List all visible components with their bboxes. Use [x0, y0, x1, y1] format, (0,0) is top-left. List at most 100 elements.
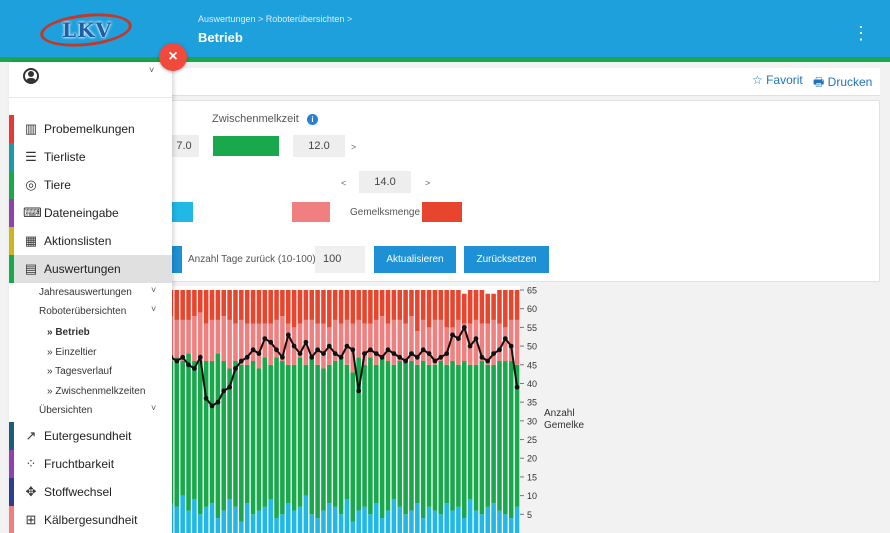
bar-segment — [239, 364, 244, 522]
red-color-swatch[interactable] — [422, 202, 462, 222]
submenu-zwischenmelkzeiten[interactable]: » Zwischenmelkzeiten — [47, 386, 145, 397]
bar-chart-icon: ▥ — [24, 121, 38, 136]
bar-segment — [321, 323, 326, 369]
submenu-betrieb[interactable]: » Betrieb — [47, 327, 90, 338]
bar-segment — [250, 323, 256, 362]
submenu-einzeltier[interactable]: » Einzeltier — [47, 347, 96, 358]
y-axis: 5 10 15 20 25 30 35 40 45 50 55 60 65 — [520, 286, 537, 520]
range-value-right[interactable]: 12.0 — [293, 135, 345, 157]
bar-segment — [415, 364, 420, 504]
submenu-jahresauswertungen[interactable]: Jahresauswertungen — [39, 287, 132, 298]
y-tick-label: 30 — [527, 416, 537, 426]
bar-segment — [397, 506, 403, 533]
bar-segment — [467, 499, 473, 533]
tage-input[interactable]: 100 — [315, 246, 365, 273]
green-color-swatch[interactable] — [213, 136, 279, 156]
bar-segment — [256, 368, 262, 511]
aktualisieren-button[interactable]: Aktualisieren — [374, 246, 456, 273]
chevron-down-icon[interactable]: ˅ — [151, 285, 156, 295]
zuruecksetzen-button[interactable]: Zurücksetzen — [464, 246, 549, 273]
line-point — [332, 351, 338, 356]
bar-segment — [479, 361, 485, 515]
sidebar-item-kaelbergesundheit[interactable]: ⊞ Kälbergesundheit — [9, 506, 172, 533]
bar-segment — [391, 290, 397, 320]
close-sidebar-button[interactable]: × — [159, 43, 187, 71]
cyan-color-swatch[interactable] — [169, 202, 193, 222]
page-title: Betrieb — [198, 30, 243, 45]
bar-segment — [227, 290, 232, 320]
bar-segment — [274, 290, 279, 320]
bar-segment — [327, 503, 332, 533]
bar-segment — [356, 319, 361, 358]
bar-segment — [420, 518, 426, 533]
info-icon[interactable]: i — [307, 114, 318, 125]
arrow-right-icon[interactable]: > — [425, 178, 430, 188]
bar-segment — [508, 361, 514, 519]
bar-segment — [479, 290, 485, 324]
sidebar-item-probemelkungen[interactable]: ▥ Probemelkungen — [9, 115, 172, 143]
bar-segment — [215, 290, 221, 320]
sidebar-item-aktionslisten[interactable]: ▦ Aktionslisten — [9, 227, 172, 255]
bar-segment — [239, 290, 244, 320]
line-point — [250, 347, 256, 353]
bar-segment — [473, 510, 479, 533]
bar-segment — [403, 361, 408, 515]
chevron-down-icon[interactable]: ˅ — [151, 403, 156, 413]
bar-segment — [356, 510, 361, 533]
bar-segment — [180, 361, 185, 496]
line-point — [344, 343, 350, 349]
range-value-mid[interactable]: 14.0 — [359, 171, 411, 193]
bar-segment — [385, 323, 391, 362]
chevron-down-icon[interactable]: ˅ — [149, 65, 154, 75]
y-tick-label: 35 — [527, 398, 537, 408]
submenu-uebersichten[interactable]: Übersichten — [39, 405, 92, 416]
line-point — [502, 336, 508, 341]
arrow-right-icon[interactable]: > — [351, 142, 356, 152]
bar-segment — [503, 361, 508, 515]
lkv-logo[interactable]: LKV — [32, 9, 142, 51]
bar-segment — [379, 518, 385, 533]
breadcrumb[interactable]: Auswertungen > Roboterübersichten > — [198, 14, 352, 24]
submenu-tagesverlauf[interactable]: » Tagesverlauf — [47, 366, 112, 377]
bar-segment — [485, 506, 491, 533]
submenu-roboteruebersichten[interactable]: Roboterübersichten — [39, 306, 126, 317]
more-menu-icon[interactable]: ⋮ — [852, 22, 870, 44]
bar-segment — [315, 518, 320, 533]
sidebar-item-stoffwechsel[interactable]: ✥ Stoffwechsel — [9, 478, 172, 506]
bar-segment — [508, 518, 514, 533]
calendar-icon: ▦ — [24, 233, 38, 248]
bar-segment — [514, 290, 520, 320]
filter-panel: Zwischenmelkzeit i 7.0 12.0 > < 14.0 > G… — [168, 100, 880, 282]
chevron-down-icon[interactable]: ˅ — [151, 304, 156, 314]
bar-segment — [491, 503, 496, 533]
bar-segment — [332, 361, 338, 507]
sidebar-item-dateneingabe[interactable]: ⌨ Dateneingabe — [9, 199, 172, 227]
line-point — [268, 339, 274, 345]
range-value-left[interactable]: 7.0 — [169, 135, 199, 157]
bar-segment — [203, 506, 209, 533]
sidebar-item-auswertungen[interactable]: ▤ Auswertungen — [9, 255, 172, 283]
line-point — [285, 332, 291, 338]
bar-segment — [291, 290, 297, 328]
bar-segment — [497, 510, 502, 533]
sidebar-item-fruchtbarkeit[interactable]: ⁘ Fruchtbarkeit — [9, 450, 172, 478]
pink-color-swatch[interactable] — [292, 202, 330, 222]
bar-segment — [309, 514, 315, 533]
user-account-icon[interactable] — [23, 68, 39, 84]
favorit-button[interactable]: ☆ Favorit — [752, 73, 803, 87]
sidebar-item-eutergesundheit[interactable]: ↗ Eutergesundheit — [9, 422, 172, 450]
bar-segment — [244, 364, 250, 504]
sidebar-item-tierliste[interactable]: ☰ Tierliste — [9, 143, 172, 171]
bar-segment — [315, 323, 320, 365]
bar-segment — [426, 364, 432, 507]
user-menu[interactable]: ˅ — [9, 62, 172, 98]
y-axis-label-line: Gemelke — [544, 420, 584, 431]
sidebar-item-label: Dateneingabe — [44, 206, 119, 220]
sidebar-item-label: Aktionslisten — [44, 234, 112, 248]
bar-segment — [350, 372, 356, 522]
bar-segment — [397, 361, 403, 507]
bar-segment — [450, 361, 455, 511]
arrow-left-icon[interactable]: < — [341, 178, 346, 188]
sidebar-item-tiere[interactable]: ◎ Tiere — [9, 171, 172, 199]
print-button[interactable]: 🖶 Drucken — [813, 73, 872, 94]
